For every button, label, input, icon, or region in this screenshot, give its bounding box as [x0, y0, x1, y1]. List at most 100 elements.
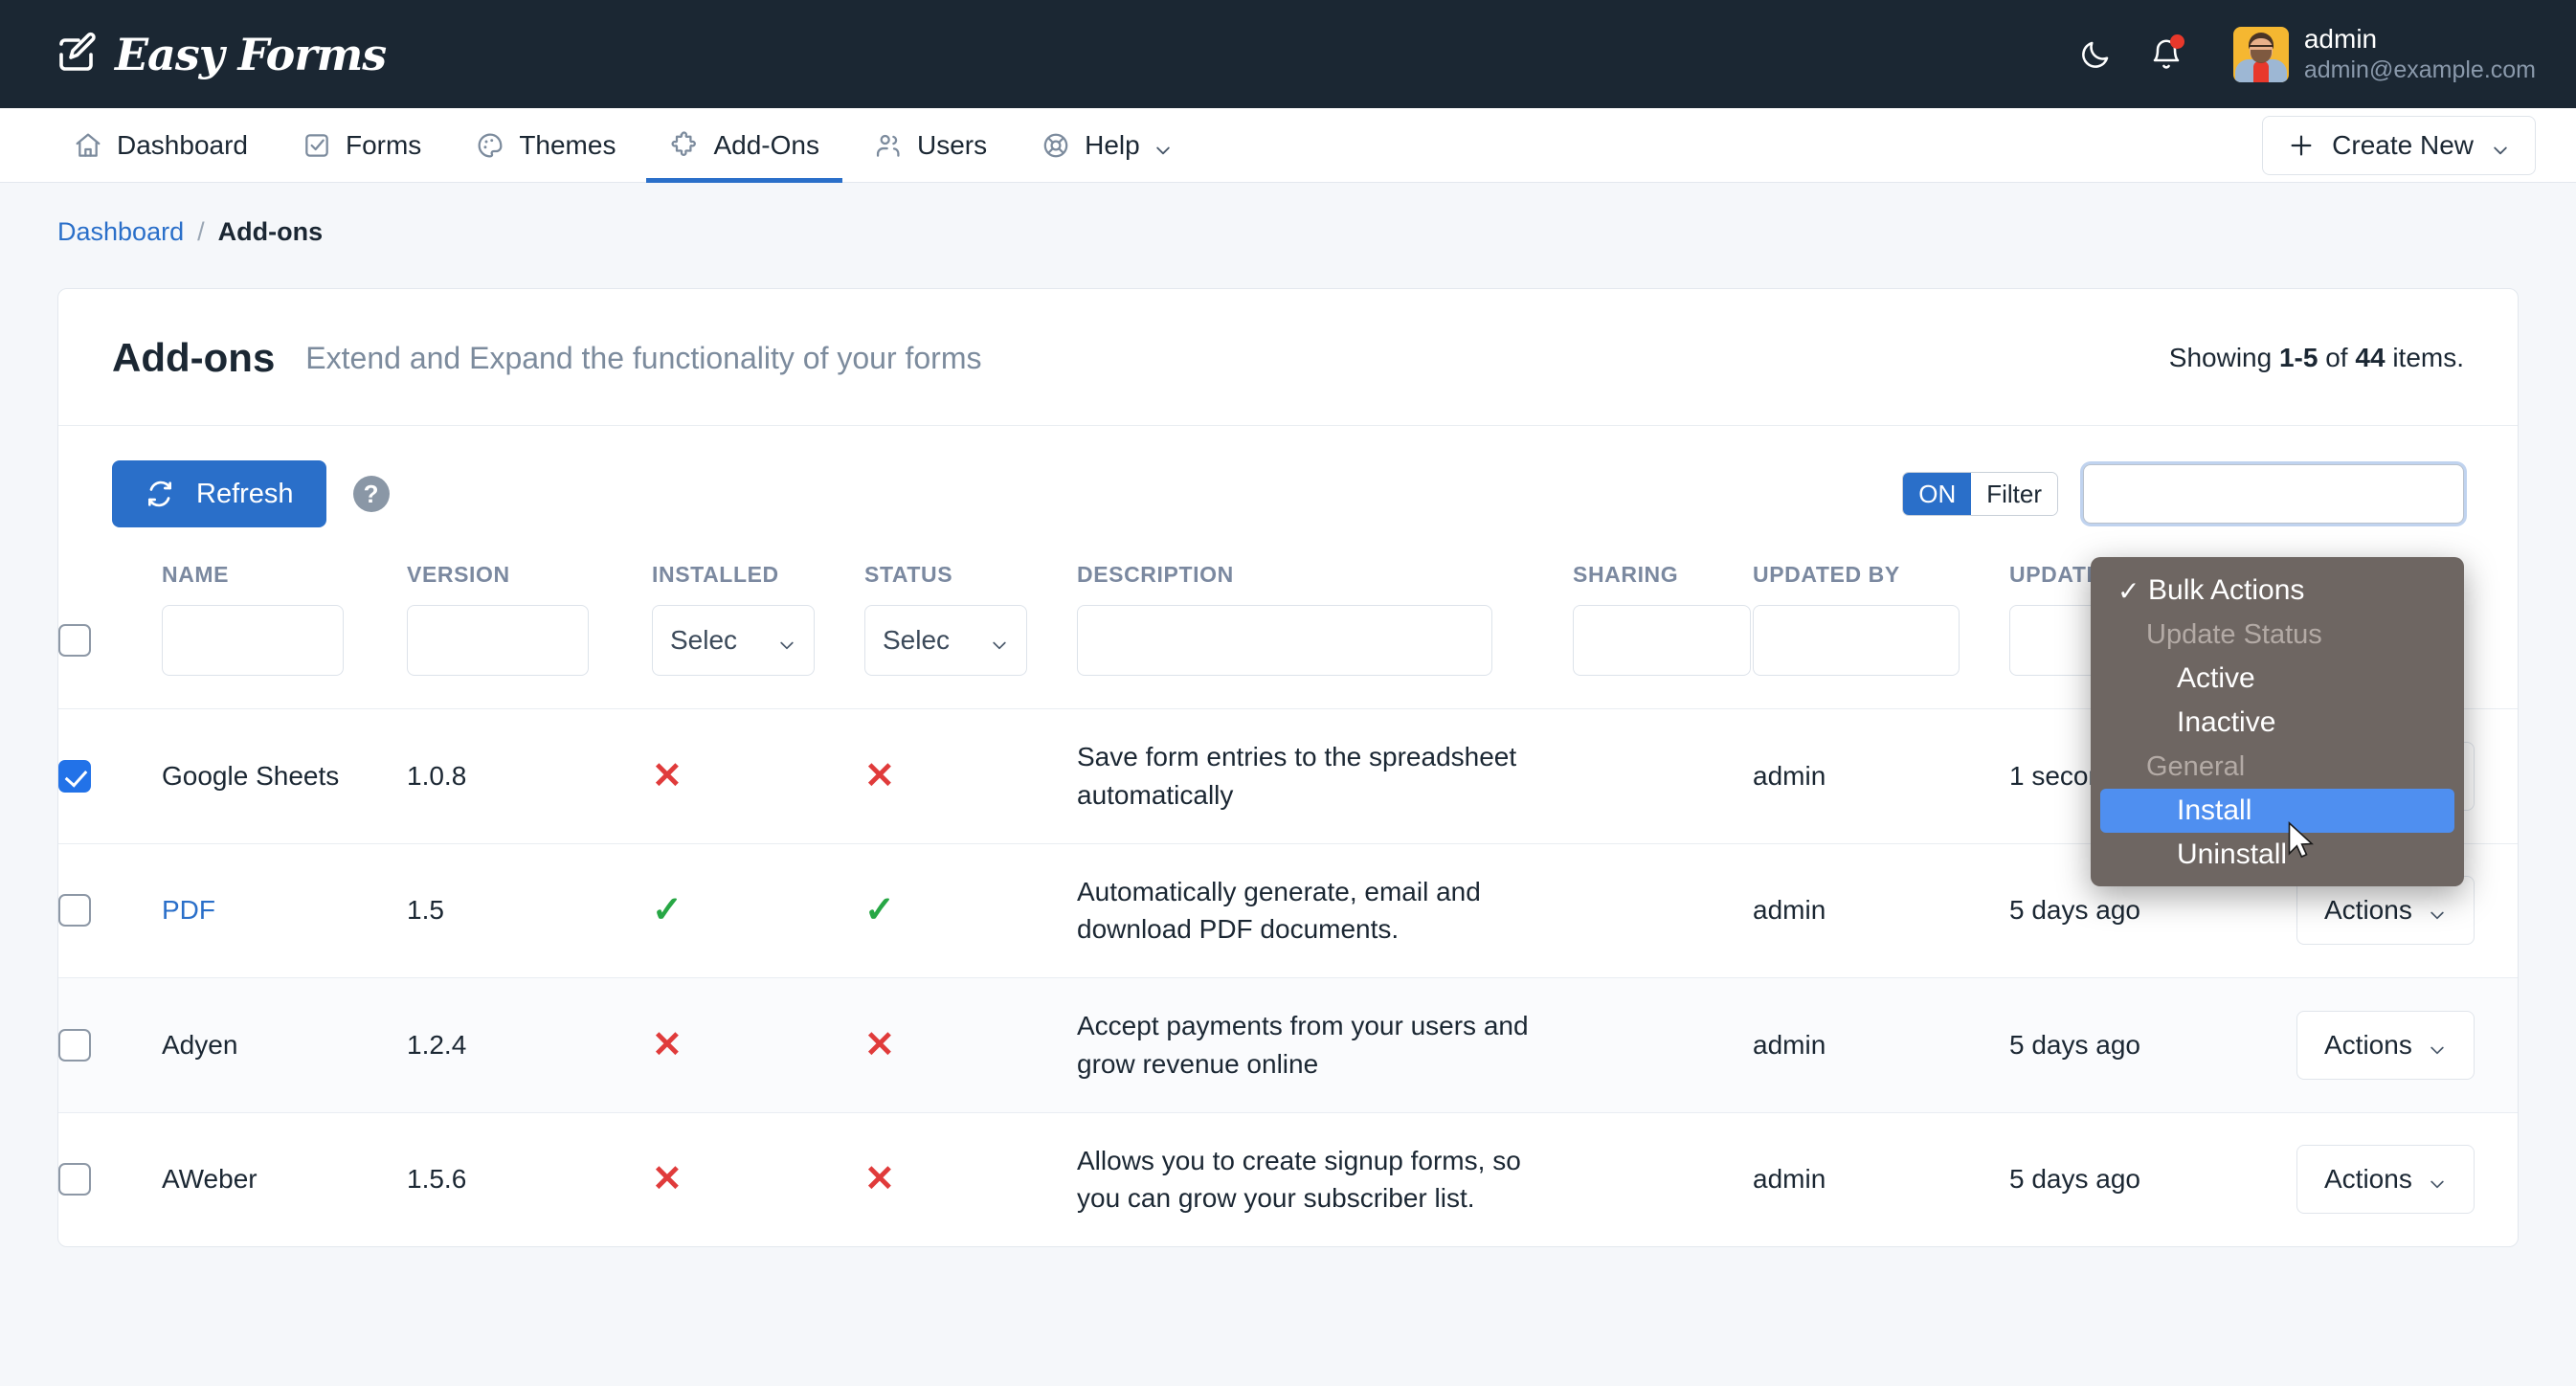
- row-installed: ✕: [652, 1112, 864, 1246]
- column-header-description[interactable]: DESCRIPTION: [1077, 554, 1573, 605]
- row-actions-button[interactable]: Actions: [2296, 876, 2475, 945]
- nav-item-help[interactable]: Help: [1018, 108, 1196, 182]
- filter-version-input[interactable]: [407, 605, 589, 676]
- nav-item-themes[interactable]: Themes: [452, 108, 638, 182]
- dropdown-item-bulk-actions[interactable]: ✓ Bulk Actions: [2100, 569, 2454, 613]
- column-header-name[interactable]: NAME: [162, 554, 407, 605]
- filter-sharing-input[interactable]: [1573, 605, 1751, 676]
- filter-name-input[interactable]: [162, 605, 344, 676]
- row-version: 1.5.6: [407, 1112, 652, 1246]
- row-checkbox[interactable]: [58, 1163, 91, 1196]
- dropdown-item-install[interactable]: Install: [2100, 789, 2454, 833]
- breadcrumb-separator: /: [197, 217, 205, 247]
- breadcrumb-current: Add-ons: [218, 217, 323, 247]
- column-header-select: [58, 554, 162, 605]
- row-checkbox[interactable]: [58, 1029, 91, 1062]
- row-status: ✓: [864, 843, 1077, 978]
- showing-mid: of: [2325, 343, 2347, 372]
- nav-item-add-ons[interactable]: Add-Ons: [646, 108, 842, 182]
- top-header-bar: Easy Forms admin: [0, 0, 2576, 108]
- row-actions-button[interactable]: Actions: [2296, 1145, 2475, 1214]
- row-select-cell: [58, 978, 162, 1113]
- table-row[interactable]: AWeber 1.5.6 ✕ ✕ Allows you to create si…: [58, 1112, 2518, 1246]
- filter-sharing-cell: [1573, 605, 1753, 709]
- filter-description-input[interactable]: [1077, 605, 1492, 676]
- dropdown-item-active[interactable]: Active: [2100, 657, 2454, 701]
- row-sharing: [1573, 709, 1753, 844]
- chevron-down-icon: [2428, 1036, 2447, 1055]
- row-updated-by: admin: [1753, 978, 2009, 1113]
- dropdown-item-label: Bulk Actions: [2148, 574, 2304, 607]
- moon-icon[interactable]: [2076, 35, 2115, 74]
- nav-item-users[interactable]: Users: [850, 108, 1010, 182]
- bulk-actions-dropdown-menu[interactable]: ✓ Bulk Actions Update Status Active Inac…: [2091, 557, 2464, 886]
- cross-icon: ✕: [864, 1159, 895, 1199]
- breadcrumb: Dashboard / Add-ons: [0, 183, 2576, 247]
- row-sharing: [1573, 978, 1753, 1113]
- column-header-version[interactable]: VERSION: [407, 554, 652, 605]
- row-sharing: [1573, 1112, 1753, 1246]
- row-updated-by: admin: [1753, 1112, 2009, 1246]
- row-actions-label: Actions: [2324, 1164, 2412, 1195]
- nav-item-forms[interactable]: Forms: [279, 108, 444, 182]
- column-header-installed[interactable]: INSTALLED: [652, 554, 864, 605]
- row-version: 1.5: [407, 843, 652, 978]
- plus-icon: [2288, 132, 2315, 159]
- filter-toggle-label[interactable]: Filter: [1971, 473, 2057, 515]
- chevron-down-icon: [2491, 136, 2510, 155]
- filter-status-select[interactable]: Selec: [864, 605, 1027, 676]
- row-description: Allows you to create signup forms, so yo…: [1077, 1112, 1573, 1246]
- breadcrumb-dashboard[interactable]: Dashboard: [57, 217, 184, 247]
- dropdown-item-label: Active: [2177, 662, 2255, 695]
- bulk-actions-select[interactable]: [2083, 464, 2464, 524]
- filter-updated-by-input[interactable]: [1753, 605, 1960, 676]
- help-icon[interactable]: ?: [353, 476, 390, 512]
- page-title: Add-ons: [112, 335, 275, 381]
- create-new-button[interactable]: Create New: [2262, 116, 2536, 175]
- page-subtitle: Extend and Expand the functionality of y…: [305, 341, 981, 376]
- dropdown-item-label: Inactive: [2177, 706, 2275, 739]
- row-checkbox[interactable]: [58, 760, 91, 793]
- table-row[interactable]: Adyen 1.2.4 ✕ ✕ Accept payments from you…: [58, 978, 2518, 1113]
- bell-icon[interactable]: [2147, 35, 2185, 74]
- users-icon: [873, 130, 904, 161]
- cross-icon: ✕: [864, 756, 895, 796]
- dropdown-item-inactive[interactable]: Inactive: [2100, 701, 2454, 745]
- row-actions-button[interactable]: Actions: [2296, 1011, 2475, 1080]
- filter-toggle-on[interactable]: ON: [1903, 473, 1971, 515]
- filter-name-cell: [162, 605, 407, 709]
- edit-square-icon: [54, 32, 100, 78]
- filter-version-cell: [407, 605, 652, 709]
- row-name: Adyen: [162, 978, 407, 1113]
- refresh-button[interactable]: Refresh: [112, 460, 326, 527]
- user-menu[interactable]: admin admin@example.com: [2233, 22, 2536, 85]
- nav-item-dashboard[interactable]: Dashboard: [50, 108, 271, 182]
- column-header-updated-by[interactable]: UPDATED BY: [1753, 554, 2009, 605]
- dropdown-group-update-status: Update Status: [2100, 613, 2454, 657]
- lifebuoy-icon: [1041, 130, 1071, 161]
- chevron-down-icon: [1154, 136, 1173, 155]
- app-logo[interactable]: Easy Forms: [54, 29, 386, 80]
- main-navigation: Dashboard Forms Themes Add-Ons: [0, 108, 2576, 183]
- row-updated-by: admin: [1753, 843, 2009, 978]
- puzzle-icon: [669, 130, 700, 161]
- addons-card-header: Add-ons Extend and Expand the functional…: [58, 289, 2518, 426]
- nav-item-label: Help: [1085, 130, 1140, 161]
- column-header-status[interactable]: STATUS: [864, 554, 1077, 605]
- row-description: Accept payments from your users and grow…: [1077, 978, 1573, 1113]
- chevron-down-icon: [990, 631, 1009, 650]
- dropdown-item-uninstall[interactable]: Uninstall: [2100, 833, 2454, 877]
- column-header-sharing[interactable]: SHARING: [1573, 554, 1753, 605]
- filter-installed-select[interactable]: Selec: [652, 605, 815, 676]
- select-all-checkbox[interactable]: [58, 624, 91, 657]
- dropdown-item-label: Install: [2177, 794, 2251, 827]
- filter-toggle[interactable]: ON Filter: [1902, 472, 2058, 516]
- row-name[interactable]: PDF: [162, 843, 407, 978]
- showing-range: 1-5: [2279, 343, 2318, 372]
- home-icon: [73, 130, 103, 161]
- create-new-label: Create New: [2332, 130, 2474, 161]
- row-actions-cell: Actions: [2296, 978, 2518, 1113]
- filter-select-all-cell: [58, 605, 162, 709]
- row-checkbox[interactable]: [58, 894, 91, 927]
- row-actions-label: Actions: [2324, 895, 2412, 926]
